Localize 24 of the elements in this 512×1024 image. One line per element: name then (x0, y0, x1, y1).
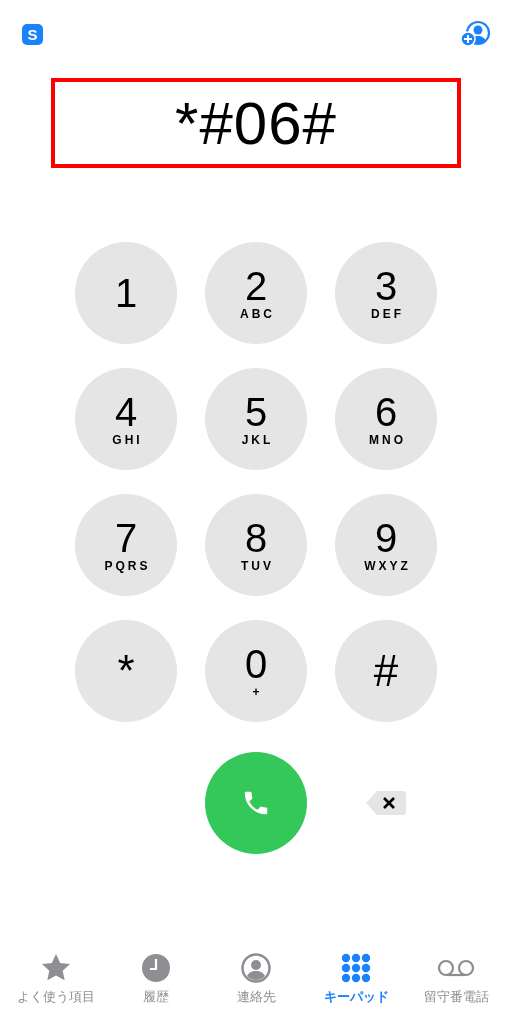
dial-key[interactable]: 5 JKL (205, 368, 307, 470)
dial-key[interactable]: 4 GHI (75, 368, 177, 470)
dial-key[interactable]: 6 MNO (335, 368, 437, 470)
dial-key[interactable]: 1 (75, 242, 177, 344)
dialed-number: *#06# (175, 88, 337, 158)
delete-button[interactable] (365, 788, 407, 818)
dial-key[interactable]: # (335, 620, 437, 722)
tab[interactable]: 留守番電話 (408, 953, 504, 1006)
dial-key[interactable]: 3 DEF (335, 242, 437, 344)
dial-key[interactable]: * (75, 620, 177, 722)
star-icon (41, 953, 71, 983)
add-contact-icon[interactable] (460, 20, 490, 48)
dial-key[interactable]: 7 PQRS (75, 494, 177, 596)
tab[interactable]: よく使う項目 (8, 953, 104, 1006)
dial-key[interactable]: 8 TUV (205, 494, 307, 596)
backspace-icon (365, 788, 407, 818)
tab[interactable]: キーパッド (308, 953, 404, 1006)
dial-key[interactable]: 9 WXYZ (335, 494, 437, 596)
app-badge[interactable]: S (22, 23, 43, 45)
person-icon (241, 953, 271, 983)
keypad-icon (341, 953, 371, 983)
dial-key[interactable]: 0 + (205, 620, 307, 722)
clock-icon (141, 953, 171, 983)
dial-key[interactable]: 2 ABC (205, 242, 307, 344)
